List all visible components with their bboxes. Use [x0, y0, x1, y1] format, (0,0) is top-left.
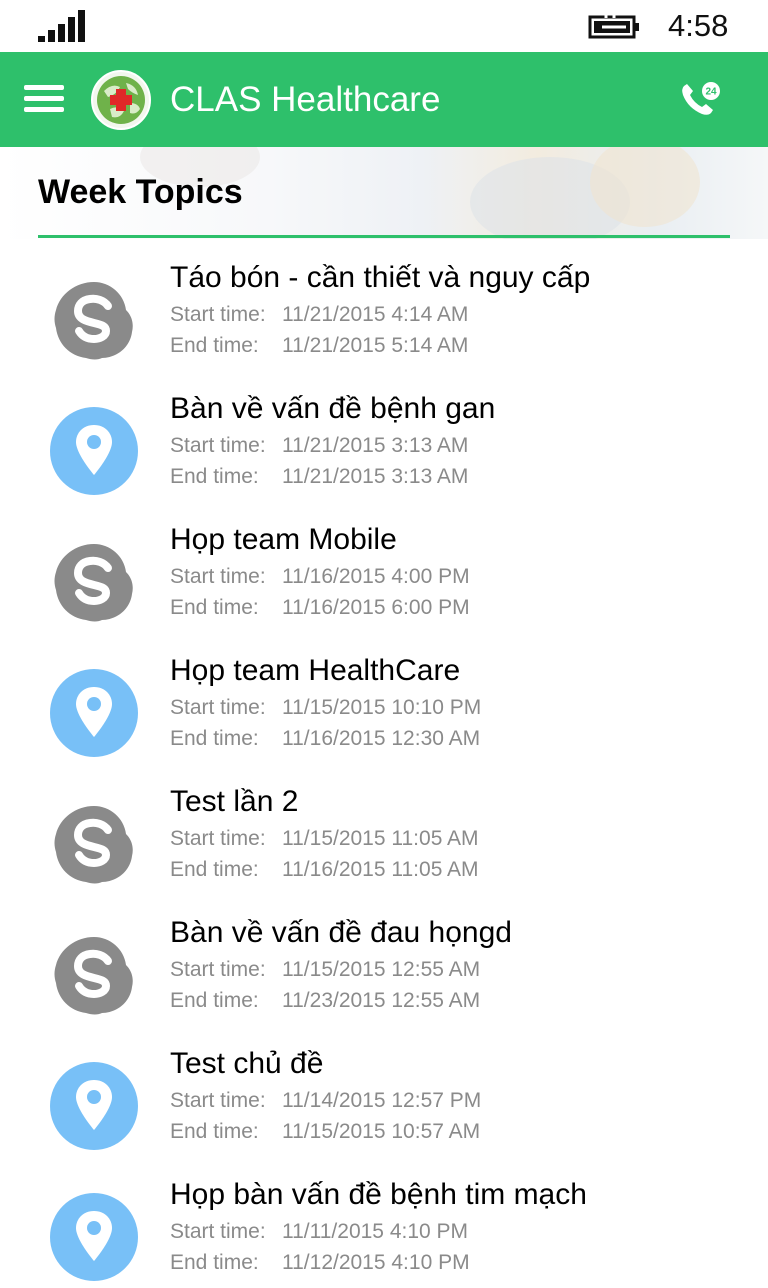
end-time-label: End time: [170, 1251, 259, 1274]
topic-title: Táo bón - cần thiết và nguy cấp [170, 261, 591, 294]
end-time-label: End time: [170, 727, 259, 750]
end-time-label: End time: [170, 1120, 259, 1143]
start-time-label: Start time: [170, 958, 266, 981]
start-time-value: 11/11/2015 4:10 PM [282, 1220, 469, 1243]
start-time-value: 11/21/2015 3:13 AM [282, 434, 469, 457]
topic-end-time: End time: 11/15/2015 10:57 AM [170, 1119, 480, 1145]
end-time-label: End time: [170, 858, 259, 881]
topic-list-item[interactable]: Họp team Mobile Start time: 11/16/2015 4:0… [0, 502, 768, 633]
skype-icon [50, 800, 138, 888]
skype-icon [50, 276, 138, 364]
topic-start-time: Start time: 11/11/2015 4:10 PM [170, 1219, 468, 1245]
topic-title: Họp team HealthCare [170, 654, 461, 687]
skype-icon [50, 931, 138, 1019]
status-time: 4:58 [668, 8, 729, 43]
end-time-value: 11/23/2015 12:55 AM [282, 989, 481, 1012]
topic-start-time: Start time: 11/21/2015 3:13 AM [170, 433, 468, 459]
topic-list-item[interactable]: Bàn về vấn đề bệnh gan Start time: 11/21/2… [0, 371, 768, 502]
topic-list-item[interactable]: Test chủ đề Start time: 11/14/2015 12:57 P… [0, 1026, 768, 1157]
globe-red-cross-logo [91, 70, 151, 130]
start-time-label: Start time: [170, 827, 266, 850]
topic-end-time: End time: 11/12/2015 4:10 PM [170, 1250, 470, 1276]
end-time-value: 11/21/2015 5:14 AM [282, 334, 469, 357]
start-time-value: 11/14/2015 12:57 PM [282, 1089, 482, 1112]
location-pin-icon [50, 669, 138, 757]
start-time-value: 11/15/2015 10:10 PM [282, 696, 482, 719]
topic-start-time: Start time: 11/15/2015 11:05 AM [170, 826, 479, 852]
topic-title: Test chủ đề [170, 1047, 324, 1080]
topic-start-time: Start time: 11/14/2015 12:57 PM [170, 1088, 481, 1114]
start-time-label: Start time: [170, 1089, 266, 1112]
section-divider [38, 235, 730, 238]
topic-end-time: End time: 11/16/2015 12:30 AM [170, 726, 480, 752]
topic-title: Họp team Mobile [170, 523, 397, 556]
end-time-label: End time: [170, 465, 259, 488]
location-pin-icon [50, 1062, 138, 1150]
location-pin-icon [50, 407, 138, 495]
topic-start-time: Start time: 11/15/2015 12:55 AM [170, 957, 480, 983]
app-header: CLAS Healthcare 24 [0, 52, 768, 147]
topic-title: Họp bàn vấn đề bệnh tim mạch [170, 1178, 587, 1211]
location-pin-icon [50, 1193, 138, 1281]
start-time-value: 11/16/2015 4:00 PM [282, 565, 470, 588]
end-time-label: End time: [170, 989, 259, 1012]
skype-icon [50, 538, 138, 626]
topic-end-time: End time: 11/21/2015 3:13 AM [170, 464, 468, 490]
start-time-value: 11/21/2015 4:14 AM [282, 303, 469, 326]
end-time-value: 11/15/2015 10:57 AM [282, 1120, 481, 1143]
app-title: CLAS Healthcare [170, 80, 441, 119]
end-time-value: 11/16/2015 12:30 AM [282, 727, 481, 750]
end-time-value: 11/16/2015 6:00 PM [282, 596, 470, 619]
end-time-value: 11/16/2015 11:05 AM [282, 858, 479, 881]
end-time-value: 11/21/2015 3:13 AM [282, 465, 469, 488]
start-time-label: Start time: [170, 1220, 266, 1243]
svg-text:24: 24 [705, 87, 717, 98]
signal-bars-icon [38, 10, 85, 42]
end-time-value: 11/12/2015 4:10 PM [282, 1251, 470, 1274]
end-time-label: End time: [170, 334, 259, 357]
topic-end-time: End time: 11/16/2015 6:00 PM [170, 595, 470, 621]
topic-start-time: Start time: 11/15/2015 10:10 PM [170, 695, 481, 721]
topic-list-item[interactable]: Táo bón - cần thiết và nguy cấp Start tim… [0, 240, 768, 371]
topic-list-item[interactable]: Test lần 2 Start time: 11/15/2015 11:05 AM… [0, 764, 768, 895]
section-title: Week Topics [38, 173, 243, 211]
topic-list-item[interactable]: Bàn về vấn đề đau họngd Start time: 11/15/… [0, 895, 768, 1026]
start-time-label: Start time: [170, 303, 266, 326]
start-time-label: Start time: [170, 565, 266, 588]
start-time-label: Start time: [170, 434, 266, 457]
topic-title: Test lần 2 [170, 785, 299, 818]
hamburger-menu-icon[interactable] [24, 85, 64, 115]
start-time-value: 11/15/2015 12:55 AM [282, 958, 481, 981]
end-time-label: End time: [170, 596, 259, 619]
topic-list-item[interactable]: Họp team HealthCare Start time: 11/15/2015… [0, 633, 768, 764]
start-time-label: Start time: [170, 696, 266, 719]
battery-charging-icon [588, 14, 639, 39]
topic-end-time: End time: 11/23/2015 12:55 AM [170, 988, 480, 1014]
topic-title: Bàn về vấn đề đau họngd [170, 916, 512, 949]
topic-start-time: Start time: 11/21/2015 4:14 AM [170, 302, 468, 328]
topic-end-time: End time: 11/21/2015 5:14 AM [170, 333, 468, 359]
topic-title: Bàn về vấn đề bệnh gan [170, 392, 496, 425]
phone-24-icon[interactable]: 24 [678, 80, 722, 120]
topic-end-time: End time: 11/16/2015 11:05 AM [170, 857, 479, 883]
topic-list-item[interactable]: Họp bàn vấn đề bệnh tim mạch Start time: 1… [0, 1157, 768, 1288]
start-time-value: 11/15/2015 11:05 AM [282, 827, 479, 850]
status-bar: 4:58 [0, 0, 768, 52]
topic-start-time: Start time: 11/16/2015 4:00 PM [170, 564, 470, 590]
